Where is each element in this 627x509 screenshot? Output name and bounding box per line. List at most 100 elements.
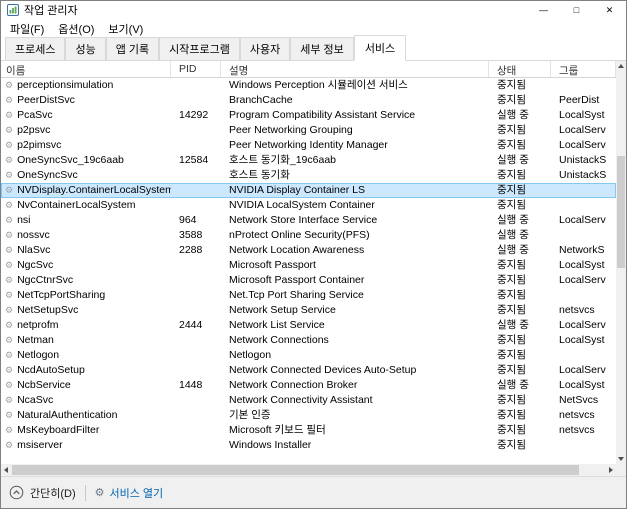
service-desc-cell: Network List Service (229, 319, 325, 331)
service-desc-cell: Netlogon (229, 349, 272, 361)
tab-3[interactable]: 앱 기록 (105, 37, 160, 60)
service-group-cell: netsvcs (559, 409, 595, 421)
table-row[interactable]: ⚙ NlaSvc 2288 Network Location Awareness 실행 … (1, 243, 616, 258)
table-row[interactable]: ⚙ nossvc 3588 nProtect Online Security(PFS)… (1, 228, 616, 243)
service-pid-cell: 2444 (179, 319, 203, 331)
service-status-cell: 중지됨 (497, 169, 526, 181)
service-gear-icon: ⚙ (5, 335, 14, 345)
table-row[interactable]: ⚙ NcaSvc Network Connectivity Assistant 중지됨… (1, 393, 616, 408)
column-header-status[interactable]: 상태 (489, 61, 551, 78)
table-row[interactable]: ⚙ NgcSvc Microsoft Passport 중지됨 LocalSyst (1, 258, 616, 273)
tab-7[interactable]: 서비스 (353, 35, 407, 61)
service-name: netprofm (17, 319, 59, 331)
service-pid-cell (171, 348, 221, 363)
service-name: NetSetupSvc (17, 304, 79, 316)
service-desc-cell: Network Connections (229, 334, 329, 346)
service-desc-cell: nProtect Online Security(PFS) (229, 229, 370, 241)
service-desc-cell: Network Setup Service (229, 304, 336, 316)
table-row[interactable]: ⚙ perceptionsimulation Windows Perception … (1, 78, 616, 93)
service-status-cell: 중지됨 (497, 199, 526, 211)
menu-item[interactable]: 보기(V) (101, 21, 150, 37)
service-desc-cell: Network Store Interface Service (229, 214, 378, 226)
scroll-down-icon[interactable] (616, 454, 626, 464)
service-group-cell: NetSvcs (559, 394, 599, 406)
service-status-cell: 중지됨 (497, 94, 526, 106)
tab-2[interactable]: 성능 (65, 37, 106, 60)
tab-5[interactable]: 사용자 (239, 37, 291, 60)
service-name-cell: ⚙ OneSyncSvc_19c6aab (1, 153, 171, 168)
table-row[interactable]: ⚙ NVDisplay.ContainerLocalSystem NVIDIA Di… (1, 183, 616, 198)
menubar: 파일(F) 옵션(O) 보기(V) (1, 19, 626, 38)
close-button[interactable]: ✕ (593, 1, 626, 19)
service-gear-icon: ⚙ (5, 110, 14, 120)
table-row[interactable]: ⚙ NetTcpPortSharing Net.Tcp Port Sharing S… (1, 288, 616, 303)
service-group-cell: LocalServ (559, 214, 606, 226)
menu-item[interactable]: 파일(F) (3, 21, 51, 37)
vertical-scrollbar[interactable] (616, 61, 626, 464)
service-status-cell: 중지됨 (497, 259, 526, 271)
tab-4[interactable]: 시작프로그램 (159, 37, 240, 60)
service-gear-icon: ⚙ (5, 320, 14, 330)
scroll-up-icon[interactable] (616, 61, 626, 71)
service-name: NetTcpPortSharing (17, 289, 106, 301)
service-pid-cell (171, 138, 221, 153)
table-row[interactable]: ⚙ PcaSvc 14292 Program Compatibility Assist… (1, 108, 616, 123)
table-row[interactable]: ⚙ MsKeyboardFilter Microsoft 키보드 필터 중지됨 nets… (1, 423, 616, 438)
column-header-name[interactable]: 이름 (1, 61, 171, 78)
table-row[interactable]: ⚙ NcbService 1448 Network Connection Broker… (1, 378, 616, 393)
service-name: msiserver (17, 439, 63, 451)
table-row[interactable]: ⚙ NaturalAuthentication 기본 인증 중지됨 netsvcs (1, 408, 616, 423)
table-row[interactable]: ⚙ netprofm 2444 Network List Service 실행 중 Loc… (1, 318, 616, 333)
table-row[interactable]: ⚙ NgcCtnrSvc Microsoft Passport Container 중… (1, 273, 616, 288)
service-gear-icon: ⚙ (5, 80, 14, 90)
table-row[interactable]: ⚙ PeerDistSvc BranchCache 중지됨 PeerDist (1, 93, 616, 108)
service-gear-icon: ⚙ (5, 155, 14, 165)
tab-6[interactable]: 세부 정보 (290, 37, 354, 60)
table-row[interactable]: ⚙ p2psvc Peer Networking Grouping 중지됨 LocalS… (1, 123, 616, 138)
service-status-cell: 실행 중 (497, 154, 529, 166)
service-status-cell: 중지됨 (497, 289, 526, 301)
tab-1[interactable]: 프로세스 (5, 37, 66, 60)
table-row[interactable]: ⚙ Netman Network Connections 중지됨 LocalSyst (1, 333, 616, 348)
service-status-cell: 중지됨 (497, 409, 526, 421)
open-services-link[interactable]: 서비스 열기 (110, 485, 164, 501)
column-header-pid[interactable]: PID (171, 61, 221, 78)
service-status-cell: 중지됨 (497, 424, 526, 436)
table-row[interactable]: ⚙ p2pimsvc Peer Networking Identity Manage… (1, 138, 616, 153)
service-desc-cell: Peer Networking Grouping (229, 124, 353, 136)
service-gear-icon: ⚙ (5, 125, 14, 135)
service-name: p2psvc (17, 124, 51, 136)
service-name: PcaSvc (17, 109, 53, 121)
table-row[interactable]: ⚙ OneSyncSvc_19c6aab 12584 호스트 동기화_19c6aab 실… (1, 153, 616, 168)
service-name-cell: ⚙ nossvc (1, 228, 171, 243)
service-status-cell: 중지됨 (497, 394, 526, 406)
column-header-group[interactable]: 그룹 (551, 61, 616, 78)
table-row[interactable]: ⚙ NetSetupSvc Network Setup Service 중지됨 nets… (1, 303, 616, 318)
service-desc-cell: Network Connection Broker (229, 379, 358, 391)
service-name: MsKeyboardFilter (17, 424, 100, 436)
minimize-button[interactable]: — (527, 1, 560, 19)
table-row[interactable]: ⚙ NvContainerLocalSystem NVIDIA LocalSyste… (1, 198, 616, 213)
table-row[interactable]: ⚙ Netlogon Netlogon 중지됨 (1, 348, 616, 363)
service-name-cell: ⚙ NcdAutoSetup (1, 363, 171, 378)
table-row[interactable]: ⚙ NcdAutoSetup Network Connected Devices A… (1, 363, 616, 378)
table-row[interactable]: ⚙ OneSyncSvc 호스트 동기화 중지됨 UnistackS (1, 168, 616, 183)
service-name: PeerDistSvc (17, 94, 75, 106)
horizontal-scrollbar[interactable] (1, 464, 616, 476)
service-status-cell: 중지됨 (497, 304, 526, 316)
scroll-right-icon[interactable] (606, 464, 616, 476)
table-row[interactable]: ⚙ msiserver Windows Installer 중지됨 (1, 438, 616, 453)
menu-item[interactable]: 옵션(O) (51, 21, 101, 37)
service-group-cell: LocalSyst (559, 259, 605, 271)
maximize-button[interactable]: □ (560, 1, 593, 19)
service-pid-cell: 14292 (179, 109, 209, 121)
service-pid-cell (171, 438, 221, 453)
table-header: 이름 PID 설명 상태 그룹 (1, 61, 616, 78)
column-header-description[interactable]: 설명 (221, 61, 489, 78)
scroll-left-icon[interactable] (1, 464, 11, 476)
table-row[interactable]: ⚙ nsi 964 Network Store Interface Service 실행… (1, 213, 616, 228)
titlebar[interactable]: 작업 관리자 — □ ✕ (1, 1, 626, 19)
horizontal-scroll-thumb[interactable] (12, 465, 579, 475)
fewer-details-button[interactable]: 간단히(D) (30, 485, 76, 501)
vertical-scroll-thumb[interactable] (617, 156, 625, 268)
